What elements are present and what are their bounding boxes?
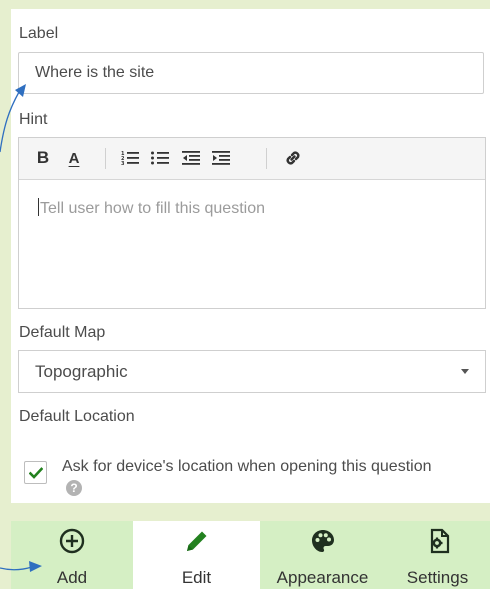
nav-edit-label: Edit	[181, 568, 212, 587]
nav-add-button[interactable]: Add	[11, 521, 133, 589]
nav-settings-label: Settings	[406, 568, 469, 587]
nav-add-label: Add	[56, 568, 88, 587]
device-location-checkbox-label[interactable]: Ask for device's location when opening t…	[62, 457, 442, 496]
pencil-icon	[186, 531, 206, 551]
help-icon[interactable]: ?	[66, 480, 82, 496]
settings-doc-icon	[430, 528, 449, 554]
bulleted-list-icon[interactable]	[148, 146, 172, 170]
hint-field-label: Hint	[19, 111, 48, 128]
hint-editor-text[interactable]: Tell user how to fill this question	[38, 198, 265, 218]
toolbar-divider	[266, 148, 267, 169]
increase-indent-icon[interactable]	[209, 146, 233, 170]
palette-icon	[311, 530, 334, 552]
nav-appearance-button[interactable]: Appearance	[260, 521, 385, 589]
svg-text:3: 3	[121, 161, 125, 166]
caret-down-icon	[461, 369, 469, 374]
plus-circle-icon	[59, 528, 85, 554]
checkmark-icon	[28, 466, 43, 479]
hint-editor-toolbar: B A 123	[19, 138, 485, 180]
default-map-selected: Topographic	[35, 362, 128, 381]
nav-settings-button[interactable]: Settings	[385, 521, 490, 589]
hint-editor[interactable]: B A 123 Tell user how to fill this quest…	[18, 137, 486, 309]
numbered-list-icon[interactable]: 123	[118, 146, 142, 170]
bold-button[interactable]: B	[31, 146, 55, 170]
nav-appearance-label: Appearance	[276, 568, 369, 587]
decrease-indent-icon[interactable]	[179, 146, 203, 170]
label-field-label: Label	[19, 25, 59, 42]
toolbar-divider	[105, 148, 106, 169]
link-icon[interactable]	[281, 146, 305, 170]
hint-placeholder: Tell user how to fill this question	[40, 200, 265, 217]
bottom-nav: Add Edit Appearance Settings	[0, 521, 490, 589]
default-map-select[interactable]: Topographic	[18, 350, 486, 393]
default-location-label: Default Location	[19, 408, 135, 425]
nav-edit-button[interactable]: Edit	[133, 521, 260, 589]
label-input[interactable]: Where is the site	[18, 52, 484, 94]
device-location-checkbox[interactable]	[24, 461, 47, 484]
text-caret	[38, 198, 39, 216]
font-color-button[interactable]: A	[62, 146, 86, 170]
default-map-label: Default Map	[19, 324, 106, 341]
